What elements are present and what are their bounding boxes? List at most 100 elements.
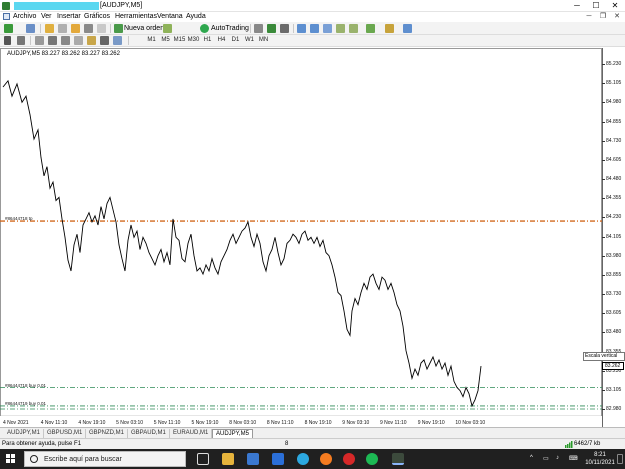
menu-bar: Archivo Ver Insertar Gráficos Herramient… xyxy=(0,12,625,22)
channel-icon[interactable] xyxy=(74,36,83,45)
tray-chevron-icon[interactable]: ^ xyxy=(530,455,533,461)
new-order-icon[interactable] xyxy=(114,24,123,33)
timeframe-h4[interactable]: H4 xyxy=(215,36,228,45)
current-price-label: 83.262 xyxy=(602,362,624,370)
horizontal-line-icon[interactable] xyxy=(48,36,57,45)
maximize-button[interactable]: ☐ xyxy=(587,0,605,12)
zoom-out-icon[interactable] xyxy=(310,24,319,33)
tray-volume-icon[interactable]: ♪ xyxy=(556,455,559,461)
price-scale[interactable]: 85.230 85.105 84.980 84.855 84.730 84.605 84.4… xyxy=(601,48,625,427)
mdi-restore-button[interactable]: ❐ xyxy=(597,12,609,22)
firefox-icon[interactable] xyxy=(320,453,332,465)
chart-shift-icon[interactable] xyxy=(336,24,345,33)
search-placeholder: Escribe aquí para buscar xyxy=(44,456,122,463)
price-tick-label: 84.105 xyxy=(601,233,622,240)
metatrader-taskbar-icon[interactable] xyxy=(392,453,404,465)
new-chart-icon[interactable] xyxy=(4,24,13,33)
timeframe-m1[interactable]: M1 xyxy=(145,36,158,45)
periodicity-icon[interactable] xyxy=(385,24,394,33)
tab-gbpaud-m1[interactable]: GBPAUD,M1 xyxy=(128,429,170,438)
fibonacci-icon[interactable] xyxy=(87,36,96,45)
taskbar-clock[interactable]: 8:21 10/11/2021 xyxy=(584,451,616,467)
minimize-button[interactable]: ─ xyxy=(568,0,586,12)
drawing-toolbar: M1 M5 M15 M30 H1 H4 D1 W1 MN xyxy=(0,35,625,47)
menu-herramientas[interactable]: Herramientas xyxy=(115,13,157,20)
candlestick-icon[interactable] xyxy=(267,24,276,33)
menu-ventana[interactable]: Ventana xyxy=(157,13,183,20)
indicators-icon[interactable] xyxy=(366,24,375,33)
mail-icon[interactable] xyxy=(272,453,284,465)
bar-chart-icon[interactable] xyxy=(254,24,263,33)
status-middle-value: 8 xyxy=(285,441,289,447)
time-tick-label: 5 Nov 03:10 xyxy=(116,420,144,426)
tab-audjpy-m1[interactable]: AUDJPY,M1 xyxy=(4,429,44,438)
timeframe-mn[interactable]: MN xyxy=(257,36,270,45)
timeframe-m30[interactable]: M30 xyxy=(187,36,200,45)
timeframe-d1[interactable]: D1 xyxy=(229,36,242,45)
standard-toolbar: Nueva orden AutoTrading xyxy=(0,22,625,35)
time-tick-label: 8 Nov 19:10 xyxy=(304,420,332,426)
redacted-account-info xyxy=(14,2,99,10)
timeframe-m15[interactable]: M15 xyxy=(173,36,186,45)
menu-graficos[interactable]: Gráficos xyxy=(84,13,110,20)
notifications-icon[interactable] xyxy=(617,454,623,464)
market-watch-icon[interactable] xyxy=(45,24,54,33)
edge-icon[interactable] xyxy=(297,453,309,465)
navigator-icon[interactable] xyxy=(71,24,80,33)
taskbar-search-box[interactable]: Escribe aquí para buscar xyxy=(24,451,186,467)
timeframe-w1[interactable]: W1 xyxy=(243,36,256,45)
file-explorer-icon[interactable] xyxy=(222,453,234,465)
timeframe-m5[interactable]: M5 xyxy=(159,36,172,45)
window-title: [AUDJPY,M5] xyxy=(100,2,143,9)
strategy-tester-icon[interactable] xyxy=(97,24,106,33)
price-line-plot xyxy=(0,79,602,417)
tab-gbpusd-m1[interactable]: GBPUSD,M1 xyxy=(44,429,87,438)
terminal-icon[interactable] xyxy=(84,24,93,33)
store-icon[interactable] xyxy=(247,453,259,465)
mdi-minimize-button[interactable]: ─ xyxy=(583,12,595,22)
price-tick-label: 85.230 xyxy=(601,61,622,67)
price-tick-label: 84.355 xyxy=(601,195,622,202)
menu-ayuda[interactable]: Ayuda xyxy=(186,13,206,20)
metaeditor-icon[interactable] xyxy=(163,24,172,33)
profiles-icon[interactable] xyxy=(26,24,35,33)
connection-bars-icon xyxy=(565,441,573,448)
new-order-button[interactable]: Nueva orden xyxy=(124,24,164,33)
close-button[interactable]: ✕ xyxy=(606,0,624,12)
line-chart-icon[interactable] xyxy=(280,24,289,33)
menu-insertar[interactable]: Insertar xyxy=(57,13,81,20)
spotify-icon[interactable] xyxy=(366,453,378,465)
tab-audjpy-m5[interactable]: AUDJPY,M5 xyxy=(212,429,253,438)
time-tick-label: 4 Nov 19:10 xyxy=(78,420,106,426)
tray-network-icon[interactable]: ▭ xyxy=(543,455,549,462)
mdi-close-button[interactable]: ✕ xyxy=(611,12,623,22)
vertical-line-icon[interactable] xyxy=(35,36,44,45)
time-tick-label: 4 Nov 11:10 xyxy=(40,420,68,426)
menu-ver[interactable]: Ver xyxy=(41,13,52,20)
autotrading-button[interactable]: AutoTrading xyxy=(211,24,249,33)
time-tick-label: 9 Nov 03:10 xyxy=(342,420,370,426)
app-icon xyxy=(2,2,10,10)
opera-icon[interactable] xyxy=(343,453,355,465)
windows-start-icon[interactable] xyxy=(6,454,16,464)
autoscroll-icon[interactable] xyxy=(349,24,358,33)
cursor-icon[interactable] xyxy=(4,36,11,45)
timeframe-h1[interactable]: H1 xyxy=(201,36,214,45)
price-tick-label: 84.980 xyxy=(601,99,622,106)
menu-archivo[interactable]: Archivo xyxy=(13,13,36,20)
tray-language-icon[interactable]: ⌨ xyxy=(569,455,578,462)
zoom-in-icon[interactable] xyxy=(297,24,306,33)
tile-windows-icon[interactable] xyxy=(323,24,332,33)
data-window-icon[interactable] xyxy=(58,24,67,33)
clock-date: 10/11/2021 xyxy=(585,460,615,466)
crosshair-icon[interactable] xyxy=(17,36,25,45)
tab-euraud-m1[interactable]: EURAUD,M1 xyxy=(170,429,213,438)
price-tick-label: 84.230 xyxy=(601,214,622,221)
shapes-icon[interactable] xyxy=(113,36,122,45)
trendline-icon[interactable] xyxy=(61,36,70,45)
task-view-icon[interactable] xyxy=(197,453,209,465)
tab-gbpnzd-m1[interactable]: GBPNZD,M1 xyxy=(86,429,129,438)
text-tool-icon[interactable] xyxy=(100,36,109,45)
autotrading-icon[interactable] xyxy=(200,24,209,33)
templates-icon[interactable] xyxy=(403,24,412,33)
